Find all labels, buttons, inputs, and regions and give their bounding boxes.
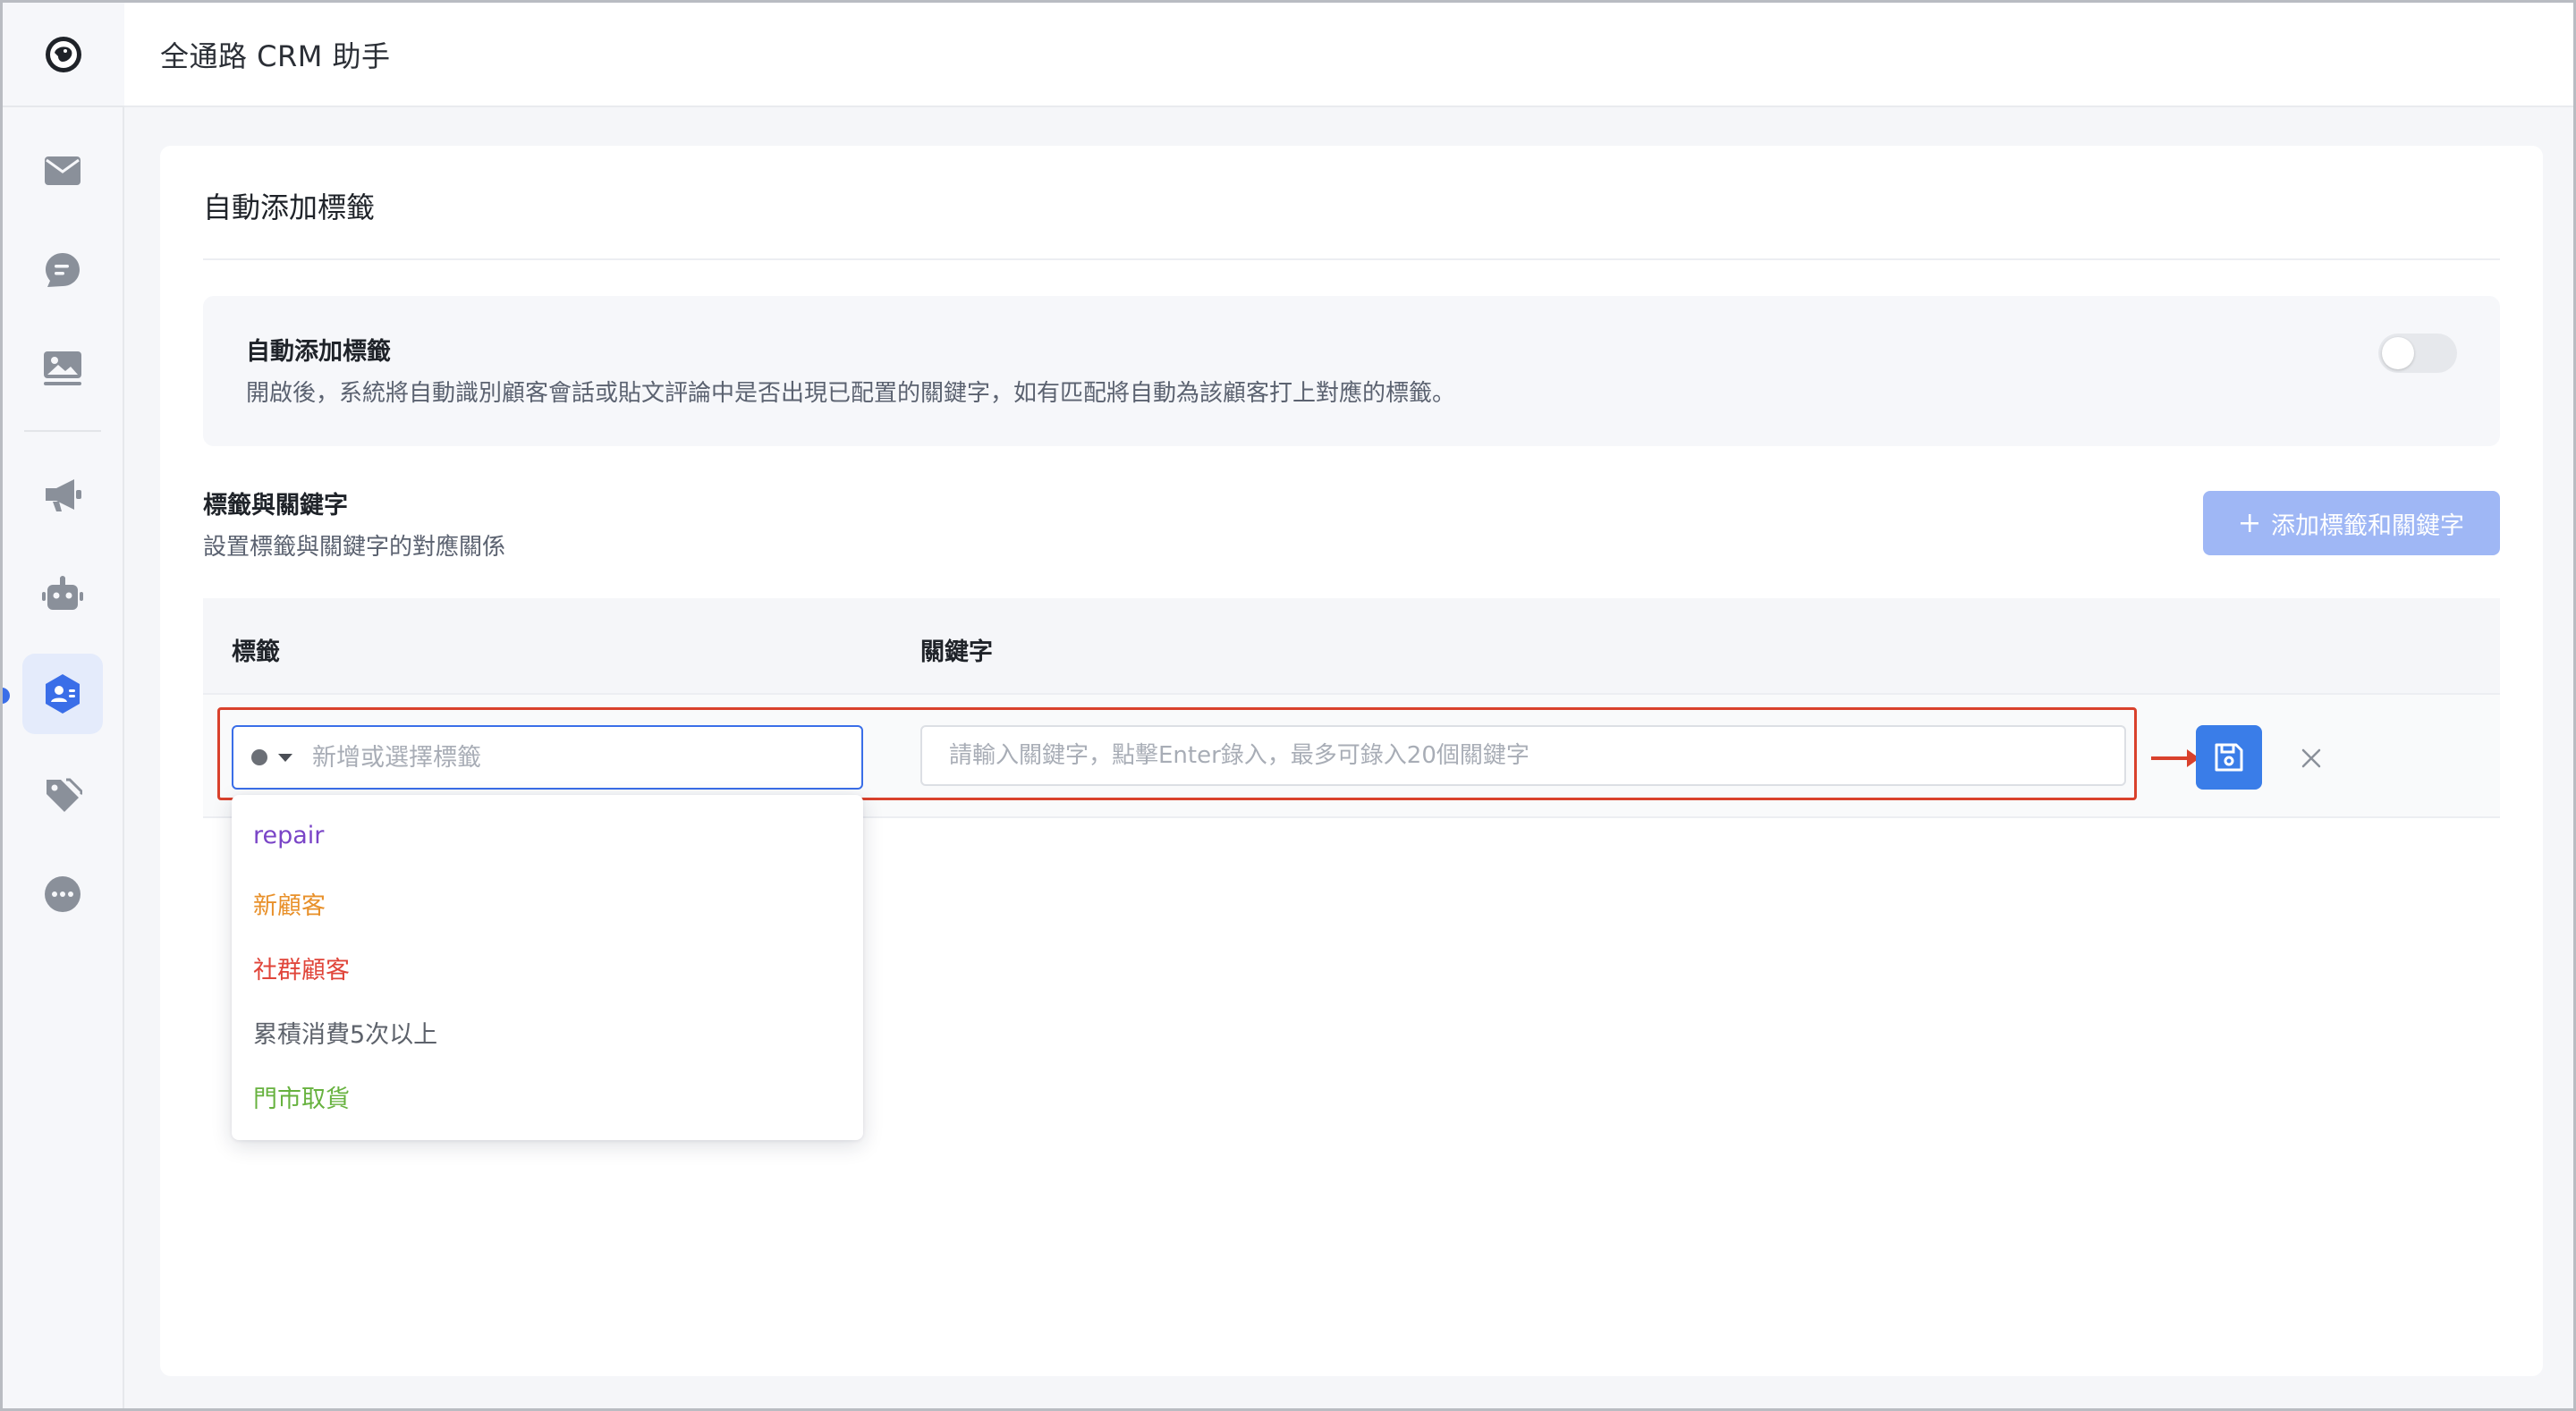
sidebar-item-more[interactable] [22, 854, 103, 934]
arrow-line [2151, 756, 2190, 760]
title-divider [203, 258, 2500, 260]
add-tag-keyword-button[interactable]: 添加標籤和關鍵字 [2203, 491, 2500, 555]
page-title: 自動添加標籤 [203, 190, 376, 224]
dropdown-option[interactable]: 累積消費5次以上 [253, 1015, 437, 1050]
dropdown-option[interactable]: 新顧客 [253, 886, 326, 921]
more-icon [45, 876, 80, 912]
tag-dropdown: repair 新顧客 社群顧客 累積消費5次以上 門市取貨 [232, 795, 863, 1140]
caret-down-icon[interactable] [278, 753, 292, 762]
image-icon [44, 351, 81, 385]
logo-icon [46, 36, 81, 72]
dropdown-option[interactable]: 門市取貨 [253, 1079, 350, 1114]
sidebar-item-media[interactable] [22, 328, 103, 409]
mail-icon [45, 156, 80, 185]
auto-tag-toggle[interactable] [2378, 334, 2457, 373]
auto-tag-description: 開啟後，系統將自動識別顧客會話或貼文評論中是否出現已配置的關鍵字，如有匹配將自動… [246, 380, 1456, 407]
sidebar-divider [24, 430, 101, 432]
dropdown-option[interactable]: repair [253, 822, 324, 849]
app-title: 全通路 CRM 助手 [160, 38, 391, 73]
plus-icon [2241, 514, 2258, 532]
robot-icon [42, 576, 83, 610]
sidebar [3, 3, 124, 1408]
keyword-input[interactable] [920, 725, 2126, 786]
tag-select[interactable] [232, 725, 863, 790]
table-header: 標籤 關鍵字 [203, 598, 2500, 695]
section-description: 設置標籤與關鍵字的對應關係 [203, 534, 506, 561]
auto-tag-panel: 自動添加標籤 開啟後，系統將自動識別顧客會話或貼文評論中是否出現已配置的關鍵字，… [203, 296, 2500, 446]
column-header-keyword: 關鍵字 [920, 638, 993, 666]
tag-color-dot[interactable] [251, 749, 267, 765]
tag-input[interactable] [312, 743, 831, 772]
sidebar-item-mail[interactable] [22, 131, 103, 211]
sidebar-item-bot[interactable] [22, 553, 103, 634]
sidebar-item-broadcast[interactable] [22, 455, 103, 536]
toggle-knob [2382, 337, 2414, 369]
add-button-label: 添加標籤和關鍵字 [2271, 511, 2464, 540]
sidebar-item-auto-tag[interactable] [22, 654, 103, 734]
chat-icon [46, 253, 80, 287]
tags-icon [47, 778, 82, 812]
cancel-button[interactable] [2280, 727, 2343, 790]
section-title: 標籤與關鍵字 [203, 492, 348, 520]
app-logo[interactable] [3, 3, 124, 107]
active-indicator [3, 688, 10, 704]
megaphone-icon [46, 479, 81, 511]
close-icon [2301, 748, 2321, 768]
customer-tag-icon [46, 674, 80, 714]
save-button[interactable] [2196, 725, 2262, 790]
sidebar-item-chat[interactable] [22, 230, 103, 310]
sidebar-item-tags[interactable] [22, 756, 103, 836]
header: 全通路 CRM 助手 [124, 3, 2573, 107]
auto-tag-title: 自動添加標籤 [246, 338, 391, 366]
dropdown-option[interactable]: 社群顧客 [253, 951, 350, 985]
save-icon [2215, 743, 2243, 772]
app-window: 全通路 CRM 助手 自動添加標籤 自動添加標籤 開啟後，系統將自動識別顧客會話… [0, 0, 2576, 1411]
column-header-tag: 標籤 [232, 638, 280, 666]
auto-tag-card: 自動添加標籤 自動添加標籤 開啟後，系統將自動識別顧客會話或貼文評論中是否出現已… [160, 146, 2543, 1376]
